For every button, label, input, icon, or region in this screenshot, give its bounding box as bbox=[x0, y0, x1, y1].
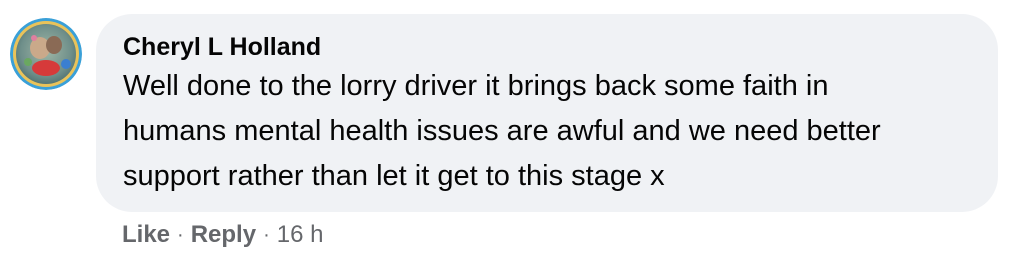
separator-dot: · bbox=[177, 223, 184, 246]
comment: Cheryl L Holland Well done to the lorry … bbox=[0, 0, 1024, 253]
timestamp[interactable]: 16 h bbox=[277, 221, 324, 249]
comment-text: Well done to the lorry driver it brings … bbox=[123, 70, 881, 192]
separator-dot: · bbox=[263, 223, 270, 246]
avatar[interactable] bbox=[10, 18, 82, 90]
like-button[interactable]: Like bbox=[122, 221, 170, 249]
reply-button[interactable]: Reply bbox=[191, 221, 256, 249]
profile-photo-icon bbox=[10, 18, 82, 90]
comment-bubble: Cheryl L Holland Well done to the lorry … bbox=[96, 14, 998, 212]
comment-actions: Like · Reply · 16 h bbox=[122, 218, 323, 252]
author-name[interactable]: Cheryl L Holland bbox=[123, 30, 321, 64]
